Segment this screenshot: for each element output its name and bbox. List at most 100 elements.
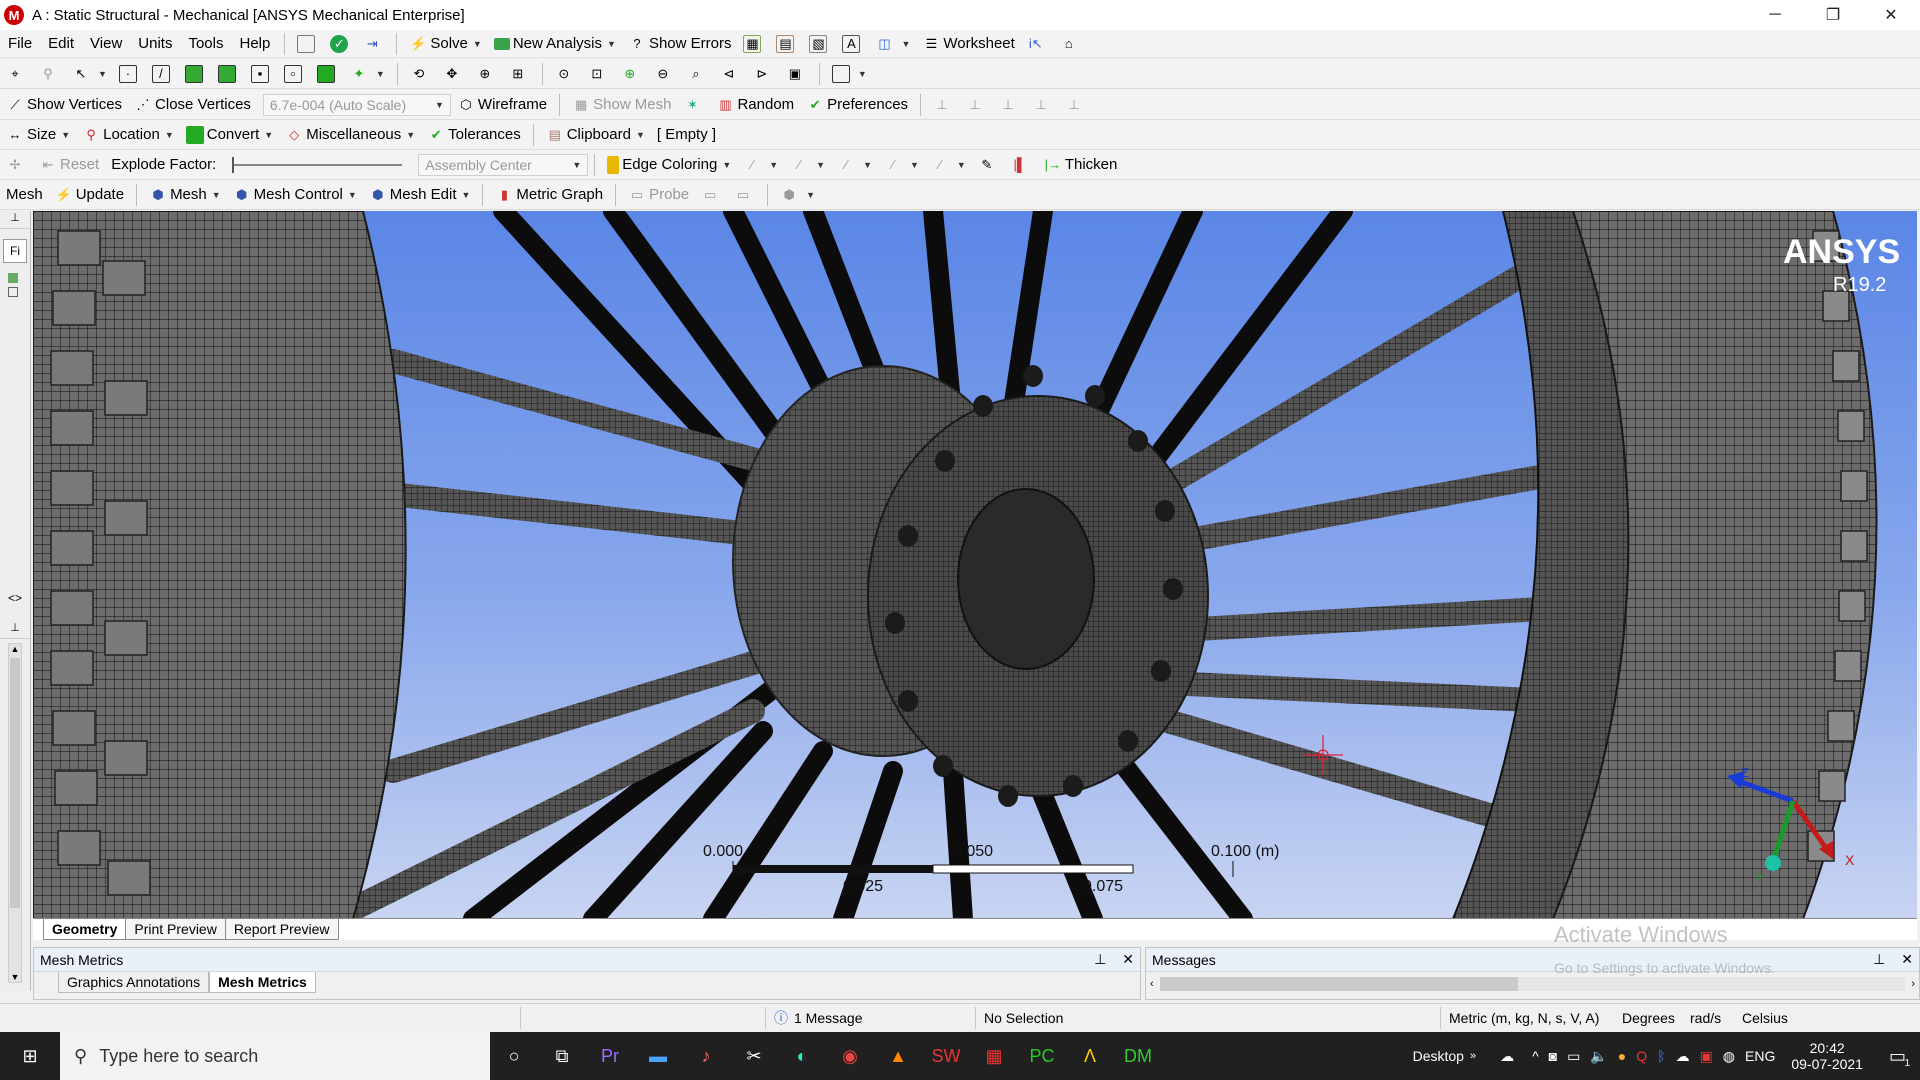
tab-mesh-metrics[interactable]: Mesh Metrics bbox=[209, 972, 316, 993]
mesh-menu-button[interactable]: ⬢ Mesh ▼ bbox=[144, 183, 226, 207]
chevron-down-icon[interactable]: ▼ bbox=[607, 39, 616, 49]
edge-direction-button-2[interactable]: ⊥ bbox=[961, 93, 992, 117]
pin-tool-button[interactable]: ✎ bbox=[973, 153, 1004, 177]
edge-style-button-3[interactable]: ⁄ ▼ bbox=[832, 153, 877, 177]
premiere-icon[interactable]: Pr bbox=[586, 1032, 634, 1080]
disabled-select-button[interactable]: ⚲ bbox=[34, 62, 65, 86]
size-button[interactable]: ↔ Size ▼ bbox=[1, 123, 75, 147]
assembly-center-combo[interactable]: Assembly Center ▼ bbox=[418, 153, 589, 176]
messages-status[interactable]: ⓘ 1 Message bbox=[765, 1006, 975, 1029]
convert-button[interactable]: Convert ▼ bbox=[181, 123, 278, 147]
chevron-down-icon[interactable]: ▼ bbox=[858, 69, 867, 79]
isometric-view-button[interactable]: ▣ bbox=[781, 62, 812, 86]
worksheet-button[interactable]: ☰ Worksheet bbox=[917, 32, 1019, 56]
restore-button[interactable]: ❐ bbox=[1804, 0, 1862, 30]
box-zoom-button[interactable]: ⊡ bbox=[583, 62, 614, 86]
tray-red-icon[interactable]: ▣ bbox=[1700, 1048, 1713, 1065]
chevron-down-icon[interactable]: ▼ bbox=[863, 160, 872, 170]
edge-style-button-4[interactable]: ⁄ ▼ bbox=[879, 153, 924, 177]
mesh-edit-button[interactable]: ⬢ Mesh Edit ▼ bbox=[364, 183, 476, 207]
comment-button[interactable] bbox=[292, 32, 323, 56]
table-button[interactable]: ▦ bbox=[738, 32, 769, 56]
show-errors-button[interactable]: ? Show Errors bbox=[623, 32, 737, 56]
solidworks-icon[interactable]: SW bbox=[922, 1032, 970, 1080]
rate-unit-status[interactable]: rad/s bbox=[1682, 1007, 1734, 1029]
snip-tool-icon[interactable]: ✂ bbox=[730, 1032, 778, 1080]
zoom-button[interactable]: ⊕ bbox=[471, 62, 502, 86]
chevron-down-icon[interactable]: ▼ bbox=[901, 39, 910, 49]
clock[interactable]: 20:42 09-07-2021 bbox=[1791, 1040, 1863, 1072]
mesh-control-button[interactable]: ⬢ Mesh Control ▼ bbox=[228, 183, 362, 207]
chrome-browser-icon[interactable]: ◉ bbox=[826, 1032, 874, 1080]
zoom-box-button[interactable]: ⊞ bbox=[504, 62, 535, 86]
windows-start-icon[interactable]: ⊞ bbox=[6, 1032, 54, 1080]
taskbar-search-box[interactable]: ⚲ Type here to search bbox=[60, 1032, 490, 1080]
select-mesh-button[interactable] bbox=[312, 62, 343, 86]
reset-button[interactable]: ⇤ Reset bbox=[34, 153, 104, 177]
angle-unit-status[interactable]: Degrees bbox=[1614, 1007, 1682, 1029]
chevron-down-icon[interactable]: ▼ bbox=[165, 130, 174, 140]
chevron-down-icon[interactable]: ▼ bbox=[957, 160, 966, 170]
close-icon[interactable]: ✕ bbox=[1122, 951, 1134, 967]
new-analysis-button[interactable]: New Analysis ▼ bbox=[489, 32, 621, 56]
chevron-right-icon[interactable]: » bbox=[1470, 1050, 1476, 1062]
scroll-up-icon[interactable]: ▲ bbox=[9, 644, 21, 654]
chevron-down-icon[interactable]: ▼ bbox=[806, 190, 815, 200]
battery-icon[interactable]: ▭ bbox=[1567, 1048, 1580, 1065]
screenshot-button[interactable]: ◫ ▼ bbox=[870, 32, 915, 56]
chevron-down-icon[interactable]: ▼ bbox=[348, 190, 357, 200]
annotation-button[interactable]: A bbox=[837, 32, 868, 56]
next-view-button[interactable]: ⊳ bbox=[748, 62, 779, 86]
volume-icon[interactable]: 🔈 bbox=[1590, 1048, 1607, 1065]
chevron-down-icon[interactable]: ▼ bbox=[473, 39, 482, 49]
unit-system-status[interactable]: Metric (m, kg, N, s, V, A) bbox=[1440, 1006, 1614, 1029]
edge-style-button-1[interactable]: ⁄ ▼ bbox=[738, 153, 783, 177]
tolerances-button[interactable]: ✔ Tolerances bbox=[422, 123, 526, 147]
edge-browser-icon[interactable]: ◐ bbox=[778, 1032, 826, 1080]
network-icon[interactable]: ◍ bbox=[1723, 1048, 1735, 1065]
chevron-down-icon[interactable]: ▼ bbox=[376, 69, 385, 79]
miscellaneous-button[interactable]: ◇ Miscellaneous ▼ bbox=[280, 123, 420, 147]
explode-icon-button[interactable]: ✢ bbox=[1, 153, 32, 177]
outline-tab-label[interactable]: Fi bbox=[3, 239, 27, 263]
close-button[interactable]: ✕ bbox=[1862, 0, 1920, 30]
menu-view[interactable]: View bbox=[82, 35, 130, 52]
scrollbar-thumb[interactable] bbox=[10, 658, 20, 908]
chevron-down-icon[interactable]: ▼ bbox=[435, 100, 444, 110]
edge-direction-button-4[interactable]: ⊥ bbox=[1027, 93, 1058, 117]
min-label-button[interactable]: ▭ bbox=[729, 183, 760, 207]
display-style-button[interactable]: ⬢ ▼ bbox=[775, 183, 820, 207]
zoom-to-fit-button[interactable]: ⊙ bbox=[550, 62, 581, 86]
scroll-down-icon[interactable]: ▼ bbox=[9, 972, 21, 982]
explode-factor-slider[interactable] bbox=[232, 156, 403, 173]
chevron-down-icon[interactable]: ▼ bbox=[264, 130, 273, 140]
collapse-icon[interactable] bbox=[8, 287, 18, 297]
chevron-down-icon[interactable]: ▼ bbox=[816, 160, 825, 170]
menu-file[interactable]: File bbox=[0, 35, 40, 52]
microsoft-store-icon[interactable]: ▦ bbox=[970, 1032, 1018, 1080]
scroll-left-icon[interactable]: ‹ bbox=[1150, 978, 1154, 990]
scale-combo[interactable]: 6.7e-004 (Auto Scale) ▼ bbox=[262, 93, 451, 116]
previous-view-button[interactable]: ⊲ bbox=[715, 62, 746, 86]
edge-direction-button-5[interactable]: ⊥ bbox=[1060, 93, 1091, 117]
show-vertices-button[interactable]: ⟋ Show Vertices bbox=[1, 93, 127, 117]
minimize-button[interactable]: ─ bbox=[1746, 0, 1804, 30]
chevron-down-icon[interactable]: ▼ bbox=[910, 160, 919, 170]
edge-coloring-button[interactable]: Edge Coloring ▼ bbox=[602, 153, 736, 177]
matlab-icon[interactable]: ▲ bbox=[874, 1032, 922, 1080]
check-button[interactable]: ✓ bbox=[325, 32, 356, 56]
transfer-button[interactable]: ⇥ bbox=[358, 32, 389, 56]
task-view-icon[interactable]: ⧉ bbox=[538, 1032, 586, 1080]
music-icon[interactable]: ♪ bbox=[682, 1032, 730, 1080]
tab-print-preview[interactable]: Print Preview bbox=[125, 919, 226, 940]
chevron-down-icon[interactable]: ▼ bbox=[722, 160, 731, 170]
metric-graph-button[interactable]: ▮ Metric Graph bbox=[490, 183, 608, 207]
horizontal-scrollbar[interactable] bbox=[1159, 977, 1906, 991]
zoom-out-button[interactable]: ⊖ bbox=[649, 62, 680, 86]
rotate-button[interactable]: ⟲ bbox=[405, 62, 436, 86]
pycharm-icon[interactable]: PC bbox=[1018, 1032, 1066, 1080]
bluetooth-icon[interactable]: ᛒ bbox=[1657, 1048, 1665, 1064]
language-indicator[interactable]: ENG bbox=[1745, 1048, 1775, 1064]
select-node-button[interactable]: ▪ bbox=[246, 62, 277, 86]
close-icon[interactable]: ✕ bbox=[1901, 951, 1913, 967]
